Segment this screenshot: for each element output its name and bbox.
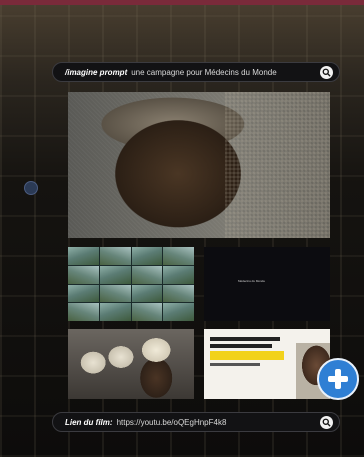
imagine-prompt-bar[interactable]: /imagine prompt une campagne pour Médeci… [52,62,340,82]
grid-cell [99,303,131,321]
search-icon [322,418,331,427]
side-indicator-dot [24,181,38,195]
grid-cell [99,265,131,284]
doc-heading-line [210,337,280,341]
grid-cell [131,303,163,321]
grid-cell [163,303,194,321]
grid-cell [68,265,99,284]
grid-cell [163,247,194,265]
cross-icon [328,369,348,389]
film-link-text[interactable]: https://youtu.be/oQEgHnpF4k8 [117,418,320,427]
landscape-grid-image [68,247,194,321]
prompt-text: une campagne pour Médecins du Monde [131,67,277,77]
film-label: Lien du film: [65,417,113,427]
grid-cell [99,247,131,265]
mosaic-texture [225,92,330,238]
grid-cell [68,247,99,265]
medecins-du-monde-logo [317,358,359,400]
grid-cell [163,265,194,284]
grid-cell [68,303,99,321]
dark-promo-card: Médecins du Monde [204,247,330,321]
grid-cell [131,284,163,303]
search-icon [322,68,331,77]
grid-cell [163,284,194,303]
workers-group-image [68,329,194,399]
grid-cell [131,247,163,265]
top-accent-strip [0,0,364,5]
doc-heading-line [210,344,272,348]
document-preview-card [204,329,330,399]
film-link-bar[interactable]: Lien du film: https://youtu.be/oQEgHnpF4… [52,412,340,432]
grid-cell [131,265,163,284]
grid-cell [68,284,99,303]
doc-body-line [210,363,260,366]
grid-cell [99,284,131,303]
prompt-label: /imagine prompt [65,67,128,77]
doc-highlight-bar [210,351,284,360]
search-button[interactable] [320,65,333,79]
search-button[interactable] [320,415,333,429]
main-worker-image [68,92,330,238]
dark-card-caption: Médecins du Monde [238,279,266,283]
